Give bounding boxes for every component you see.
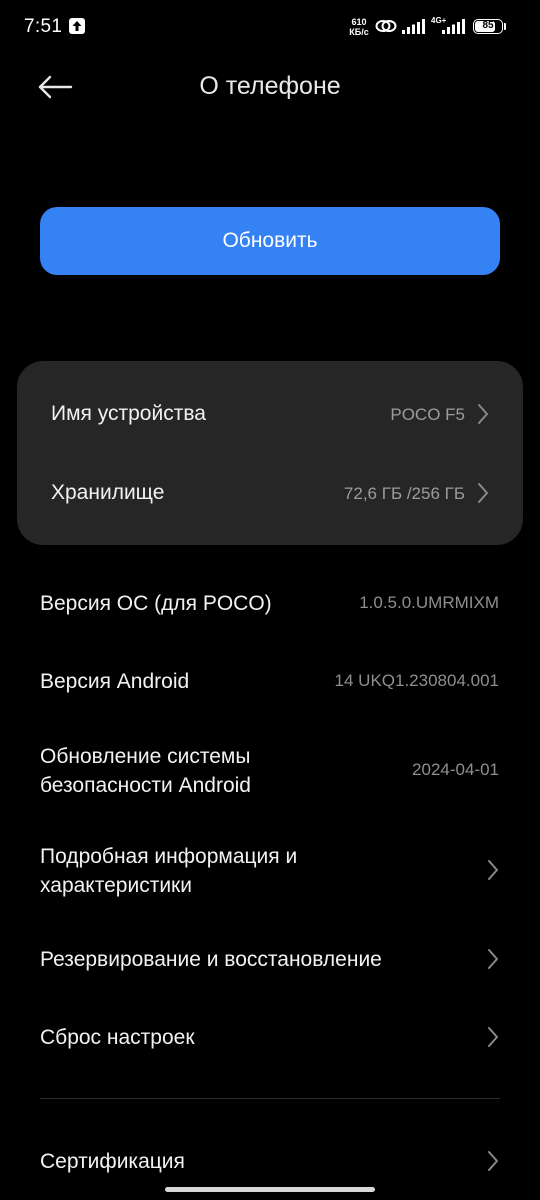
certification-row[interactable]: Сертификация (0, 1137, 540, 1187)
battery-tip (504, 23, 506, 30)
battery-icon: 85 (473, 19, 503, 34)
details-label-line1: Подробная информация и (40, 845, 298, 868)
device-info-card: Имя устройства POCO F5 Хранилище 72,6 ГБ… (17, 361, 523, 545)
backup-label: Резервирование и восстановление (40, 948, 382, 971)
os-version-row: Версия ОС (для POCO) 1.0.5.0.UMRMIXM (0, 580, 540, 630)
link-icon (374, 17, 398, 40)
chevron-right-icon (477, 403, 489, 430)
storage-value: 72,6 ГБ /256 ГБ (343, 484, 465, 503)
about-phone-screen: 7:51 610 КБ/с 4G+ 85 О телефоне Обновить… (0, 0, 540, 1200)
android-version-value: 14 UKQ1.230804.001 (334, 671, 499, 690)
network-speed-value: 610 (351, 17, 367, 27)
chevron-right-icon (487, 1150, 499, 1177)
device-name-row[interactable]: Имя устройства POCO F5 (17, 379, 523, 449)
os-version-label: Версия ОС (для POCO) (40, 592, 272, 615)
home-indicator[interactable] (165, 1187, 375, 1192)
certification-label: Сертификация (40, 1150, 185, 1173)
status-bar: 7:51 610 КБ/с 4G+ 85 (0, 0, 540, 56)
backup-row[interactable]: Резервирование и восстановление (0, 935, 540, 985)
reset-row[interactable]: Сброс настроек (0, 1013, 540, 1063)
android-version-label: Версия Android (40, 670, 190, 693)
security-update-row: Обновление системы безопасности Android … (0, 740, 540, 804)
os-version-value: 1.0.5.0.UMRMIXM (359, 593, 499, 612)
storage-row[interactable]: Хранилище 72,6 ГБ /256 ГБ (17, 458, 523, 528)
battery-level: 85 (482, 20, 494, 31)
security-update-label-line2: безопасности Android (40, 774, 251, 797)
device-name-label: Имя устройства (51, 402, 206, 425)
signal-icon (402, 19, 428, 39)
chevron-right-icon (487, 859, 499, 886)
security-update-value: 2024-04-01 (412, 760, 499, 779)
chevron-right-icon (477, 482, 489, 509)
details-label: Подробная информация и характеристики (40, 842, 297, 900)
signal-icon (442, 19, 466, 39)
device-name-value: POCO F5 (390, 405, 465, 424)
details-row[interactable]: Подробная информация и характеристики (0, 838, 540, 902)
storage-label: Хранилище (51, 481, 165, 504)
network-speed-unit: КБ/с (349, 27, 369, 37)
chevron-right-icon (487, 1026, 499, 1053)
section-divider (40, 1098, 500, 1099)
chevron-right-icon (487, 948, 499, 975)
update-button[interactable]: Обновить (40, 207, 500, 275)
reset-label: Сброс настроек (40, 1026, 195, 1049)
status-time: 7:51 (24, 16, 63, 37)
security-update-label: Обновление системы безопасности Android (40, 742, 251, 800)
upload-notification-icon (69, 18, 85, 34)
android-version-row: Версия Android 14 UKQ1.230804.001 (0, 658, 540, 708)
details-label-line2: характеристики (40, 874, 192, 897)
page-title: О телефоне (199, 72, 341, 100)
security-update-label-line1: Обновление системы (40, 745, 251, 768)
network-speed: 610 КБ/с (347, 17, 371, 37)
